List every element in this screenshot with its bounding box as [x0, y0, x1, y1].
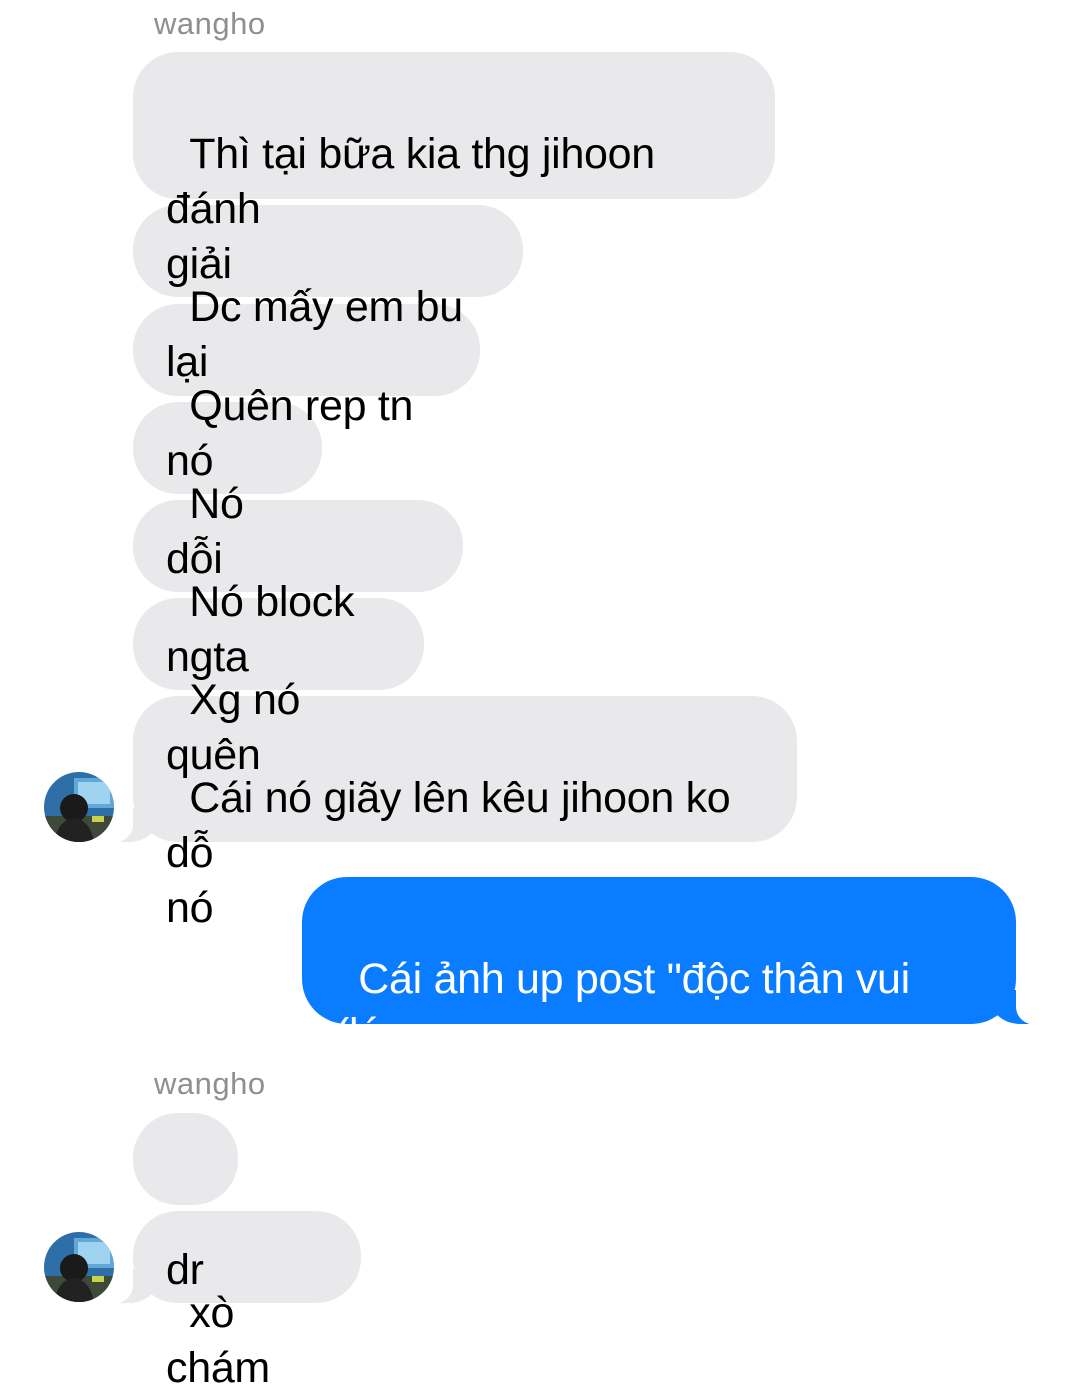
sender-name: wangho [154, 6, 266, 41]
incoming-message-bubble[interactable]: Thì tại bữa kia thg jihoon đánh giải [133, 52, 775, 288]
avatar-photo-icon [44, 1232, 114, 1302]
message-text: dr [166, 1246, 204, 1294]
contact-avatar[interactable] [44, 1232, 114, 1302]
avatar-photo-icon [44, 772, 114, 842]
outgoing-message-bubble[interactable]: Cái ảnh up post "độc thân vui (lúc ko) t… [302, 877, 1048, 1113]
sender-name: wangho [154, 1066, 266, 1101]
incoming-message-bubble[interactable]: dr [133, 1113, 238, 1294]
message-text: xò chám [166, 1289, 270, 1392]
contact-avatar[interactable] [44, 772, 114, 842]
message-text: Cái ảnh up post "độc thân vui (lúc ko) t… [335, 955, 910, 1113]
